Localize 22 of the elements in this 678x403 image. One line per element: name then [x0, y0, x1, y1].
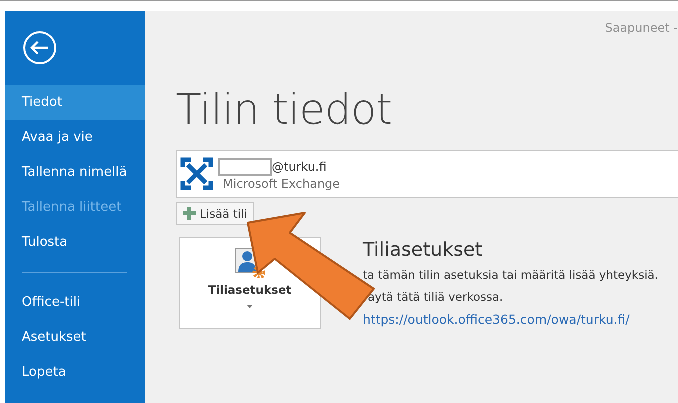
sidebar-item[interactable]: Tiedot	[5, 85, 145, 120]
account-email: @turku.fi	[272, 160, 327, 174]
caret-icon	[247, 305, 253, 309]
description-text: aytä tätä tiliä verkossa.	[367, 290, 504, 304]
add-account-button[interactable]: Lisää tili	[176, 202, 254, 225]
sidebar-item[interactable]: Tallenna nimellä	[5, 155, 145, 190]
plus-icon	[183, 207, 196, 220]
back-icon[interactable]	[23, 31, 57, 65]
sidebar-item[interactable]: Office-tili	[5, 285, 145, 320]
redacted-field	[218, 158, 272, 176]
folder-name: Saapuneet -	[605, 21, 678, 35]
sidebar-item[interactable]: Avaa ja vie	[5, 120, 145, 155]
section-heading: Tiliasetukset	[363, 239, 484, 261]
account-type: Microsoft Exchange	[222, 176, 340, 190]
sidebar-item[interactable]: Lopeta	[5, 355, 145, 390]
sidebar-item[interactable]: Asetukset	[5, 320, 145, 355]
web-link[interactable]: https://outlook.office365.com/owa/turku.fi/	[363, 312, 658, 327]
exchange-icon	[180, 157, 214, 191]
description-text: ta tämän tilin asetuksia tai määritä lisää yhteyksiä.	[363, 268, 658, 282]
sidebar-item[interactable]: Tulosta	[5, 225, 145, 260]
account-card[interactable]: @turku.fi Microsoft Exchange	[176, 150, 678, 198]
page-title: Tilin tiedot	[176, 85, 394, 135]
